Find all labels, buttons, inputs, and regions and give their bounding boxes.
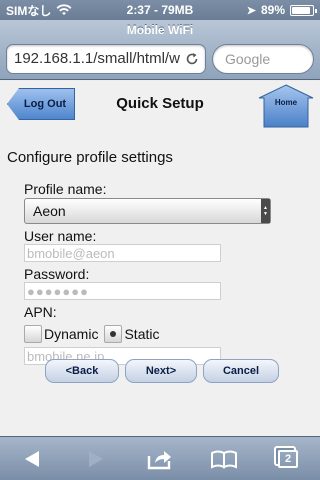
- password-value: ●●●●●●●: [27, 284, 89, 299]
- password-field[interactable]: ●●●●●●●: [24, 282, 221, 300]
- apn-static-label[interactable]: Static: [124, 326, 159, 342]
- search-input[interactable]: Google: [212, 44, 314, 74]
- apn-dynamic-radio[interactable]: [24, 325, 42, 343]
- forward-nav-button[interactable]: [76, 441, 116, 477]
- form-buttons: <Back Next> Cancel: [45, 359, 279, 383]
- user-name-field[interactable]: bmobile@aeon: [24, 244, 221, 262]
- reload-icon[interactable]: [185, 52, 199, 66]
- bookmarks-icon: [211, 450, 237, 469]
- location-arrow-icon: ➤: [246, 4, 256, 17]
- carrier-label: SIMなし: [6, 3, 52, 18]
- user-name-label: User name:: [24, 228, 97, 244]
- back-icon: [25, 450, 39, 467]
- status-bar: SIMなし 2:37 - 79MB ➤ 89%: [0, 0, 320, 20]
- section-title: Configure profile settings: [7, 149, 173, 166]
- pages-button[interactable]: 2: [268, 441, 308, 477]
- cancel-button[interactable]: Cancel: [203, 359, 279, 383]
- bookmarks-button[interactable]: [204, 441, 244, 477]
- status-time: 2:37 - 79MB: [126, 3, 194, 17]
- profile-name-select[interactable]: Aeon ▲ ▼: [24, 198, 271, 224]
- battery-icon: [290, 4, 317, 16]
- next-button[interactable]: Next>: [125, 359, 197, 383]
- home-label: Home: [274, 98, 298, 107]
- browser-header: Mobile WiFi 192.168.1.1/small/html/w Goo…: [0, 20, 320, 80]
- pages-icon: 2: [278, 449, 298, 468]
- apn-dynamic-label[interactable]: Dynamic: [44, 326, 98, 342]
- back-nav-button[interactable]: [12, 441, 52, 477]
- address-bar[interactable]: 192.168.1.1/small/html/w: [6, 44, 206, 74]
- wifi-icon: [56, 4, 72, 16]
- user-name-value: bmobile@aeon: [27, 246, 115, 261]
- apn-radio-group: Dynamic Static: [24, 324, 284, 344]
- browser-toolbar: 2: [0, 436, 320, 480]
- page-content: Log Out Quick Setup Home Configure profi…: [0, 81, 320, 436]
- share-icon: [147, 450, 171, 469]
- select-arrows-icon: ▲ ▼: [261, 199, 270, 223]
- browser-page-title: Mobile WiFi: [126, 23, 194, 37]
- profile-form: Profile name: Aeon ▲ ▼ User name: bmobile…: [24, 181, 284, 365]
- page-header: Log Out Quick Setup Home: [0, 81, 320, 137]
- battery-percent: 89%: [260, 3, 285, 17]
- url-text: 192.168.1.1/small/html/w: [14, 50, 180, 67]
- share-button[interactable]: [140, 441, 180, 477]
- profile-name-label: Profile name:: [24, 181, 107, 197]
- back-button[interactable]: <Back: [45, 359, 119, 383]
- apn-static-radio[interactable]: [104, 325, 123, 343]
- forward-icon: [89, 450, 103, 467]
- search-placeholder: Google: [225, 51, 271, 67]
- password-label: Password:: [24, 266, 90, 282]
- apn-label: APN:: [24, 304, 57, 320]
- battery-fill: [292, 6, 310, 14]
- profile-name-value: Aeon: [33, 203, 66, 219]
- home-button[interactable]: Home: [258, 84, 314, 128]
